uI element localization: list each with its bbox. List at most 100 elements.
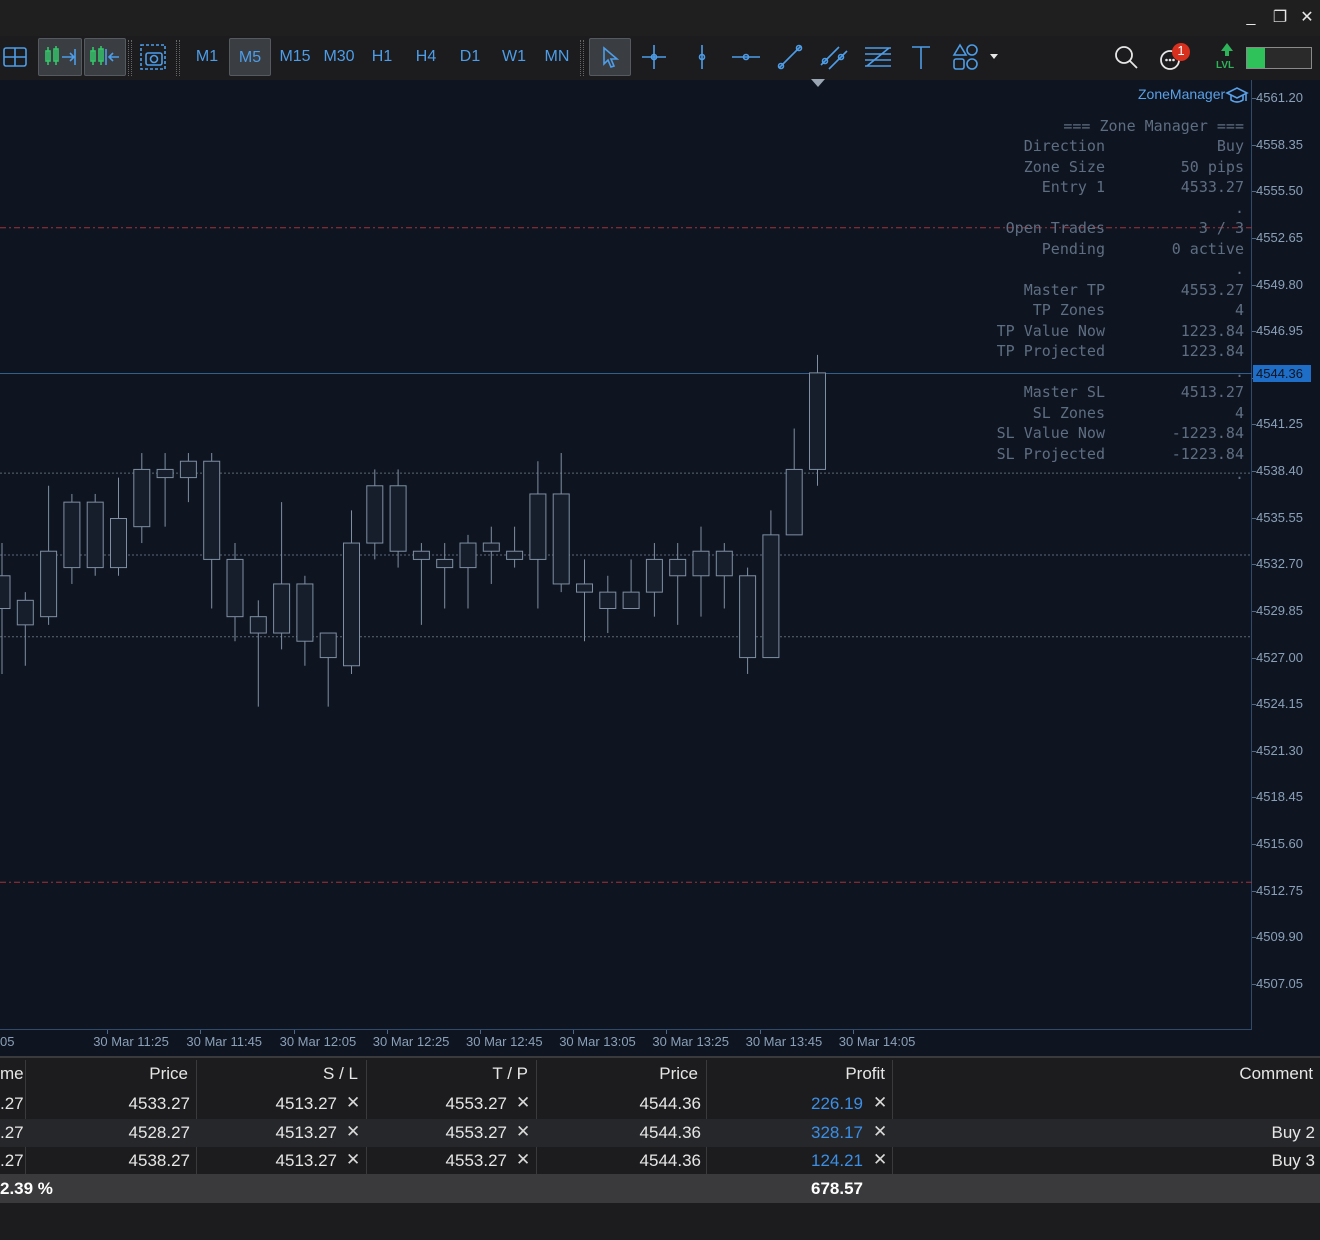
table-row[interactable]: .27 4528.27 4513.27 4553.27 4544.36 328.17 Buy… [0,1118,1320,1147]
candle-body [16,599,34,626]
connection-strength-fill [1247,48,1265,68]
minimize-button[interactable]: _ [1241,8,1261,28]
time-tick-label: 30 Mar 13:05 [559,1034,636,1049]
price-tick-label: 4507.05 [1256,976,1303,991]
shapes-icon [952,43,998,70]
candle-body [552,493,570,585]
notifications-button[interactable]: 1 [1155,38,1195,76]
candle [203,453,221,609]
main-toolbar: M1 M5 M15 M30 H1 H4 D1 W1 MN 1 LVL [0,36,1320,80]
price-tick-label: 4552.65 [1256,229,1303,245]
column-header-tp[interactable]: T / P [370,1058,528,1090]
graduation-cap-icon [1225,87,1249,103]
time-tick-label: 30 Mar 13:45 [745,1034,823,1049]
price-tick-label: 4532.70 [1256,556,1303,572]
price-tick-label: 4561.20 [1256,90,1303,105]
candle-body [86,501,104,569]
candle-body [249,616,267,634]
column-header-open-price[interactable]: Price [30,1058,188,1090]
close-position-button[interactable]: ✕ [873,1119,887,1147]
price-tick-label: 4541.25 [1256,416,1303,432]
close-position-button[interactable]: ✕ [873,1147,887,1175]
zone-manager-spacer-dot: . [1234,198,1244,217]
time-tick-label: 05 [0,1034,15,1049]
candle [63,493,81,584]
table-row[interactable]: .27 4538.27 4513.27 4553.27 4544.36 124.21 Buy… [0,1147,1320,1175]
candle-body [110,518,127,569]
close-position-button[interactable]: ✕ [873,1090,887,1118]
timeframe-d1[interactable]: D1 [450,38,490,76]
candle [785,428,803,536]
channel-tool-button[interactable] [816,38,852,76]
candle-body [715,550,733,577]
zone-manager-label: Direction [1023,137,1105,155]
time-tick-mark [480,1030,481,1034]
timeframe-m1[interactable]: M1 [188,38,226,76]
timeframe-w1[interactable]: W1 [494,38,534,76]
trendline-tool-button[interactable] [772,38,808,76]
time-tick-mark [759,1030,761,1034]
signal-level-button[interactable]: LVL [1212,38,1242,76]
trendline-icon [777,44,803,70]
column-header-time[interactable]: me [0,1058,24,1090]
screenshot-button[interactable] [136,38,170,76]
cursor-tool-button[interactable] [589,38,631,76]
remove-tp-button[interactable]: ✕ [516,1090,530,1118]
horizontal-line-icon [732,53,760,61]
zone-manager-spacer-dot: . [1234,260,1244,278]
remove-sl-button[interactable]: ✕ [346,1119,360,1147]
remove-tp-button[interactable]: ✕ [516,1147,530,1175]
table-row[interactable]: .27 4533.27 4513.27 4553.27 4544.36 226.19 ✕ ✕ ✕ [0,1090,1320,1118]
text-tool-button[interactable] [904,38,938,76]
candle [366,469,384,560]
cell-tp: 4553.27 [445,1122,507,1142]
zone-manager-value: Buy [1216,137,1244,155]
time-tick-label: 30 Mar 12:05 [279,1034,357,1049]
column-header-sl[interactable]: S / L [200,1058,358,1090]
zone-manager-title[interactable]: ZoneManager [1138,86,1225,102]
grid-layout-button[interactable] [0,38,30,76]
candle-body [436,558,454,569]
remove-sl-button[interactable]: ✕ [346,1147,360,1175]
column-header-price[interactable]: Price [540,1058,698,1090]
timeframe-m30[interactable]: M30 [318,38,360,76]
remove-sl-button[interactable]: ✕ [346,1090,360,1118]
candle [226,543,244,642]
timeframe-m15[interactable]: M15 [274,38,316,76]
chart-shift-marker-icon[interactable] [810,78,826,88]
shapes-tool-button[interactable] [948,38,1002,76]
time-axis[interactable]: 05 30 Mar 11:25 30 Mar 11:45 30 Mar 12:05 30… [0,1030,1320,1056]
auto-scroll-button[interactable] [38,38,82,76]
cell-tp: 4553.27 [445,1094,507,1113]
cell-time: .27 [0,1122,24,1142]
timeframe-h4[interactable]: H4 [406,38,446,76]
fibonacci-tool-button[interactable] [860,38,896,76]
price-tick-label: 4535.55 [1256,509,1303,525]
search-icon [1115,46,1138,69]
timeframe-h1[interactable]: H1 [362,38,402,76]
column-header-profit[interactable]: Profit [710,1058,885,1090]
timeframe-mn[interactable]: MN [537,38,577,76]
price-tick-label: 4527.00 [1256,649,1303,665]
close-button[interactable]: ✕ [1297,8,1317,28]
candle [179,453,197,503]
candle-body [412,550,430,560]
cell-sl: 4513.27 [275,1122,337,1142]
remove-tp-button[interactable]: ✕ [516,1119,530,1147]
restore-button[interactable]: ❐ [1270,8,1290,28]
chart-shift-button[interactable] [84,38,126,76]
horizontal-line-tool-button[interactable] [728,38,764,76]
column-header-comment[interactable]: Comment [900,1058,1313,1090]
zone-manager-value: 50 pips [1180,157,1244,176]
search-button[interactable] [1110,38,1142,76]
time-tick-mark [852,1030,854,1034]
timeframe-m5[interactable]: M5 [229,38,271,76]
price-tick-label: 4518.45 [1256,789,1303,805]
fibonacci-icon [865,47,891,67]
vertical-line-tool-button[interactable] [686,38,718,76]
trading-terminal: _ ❐ ✕ M1 M5 M15 M30 H1 H4 D1 W1 MN 1 LVL… [0,0,1320,1240]
crosshair-tool-button[interactable] [636,38,672,76]
cursor-icon [603,46,620,68]
cell-open-price: 4528.27 [128,1122,190,1142]
price-axis[interactable]: 4561.20 4558.35 4555.50 4552.65 4549.80 4546.… [1252,80,1320,1030]
